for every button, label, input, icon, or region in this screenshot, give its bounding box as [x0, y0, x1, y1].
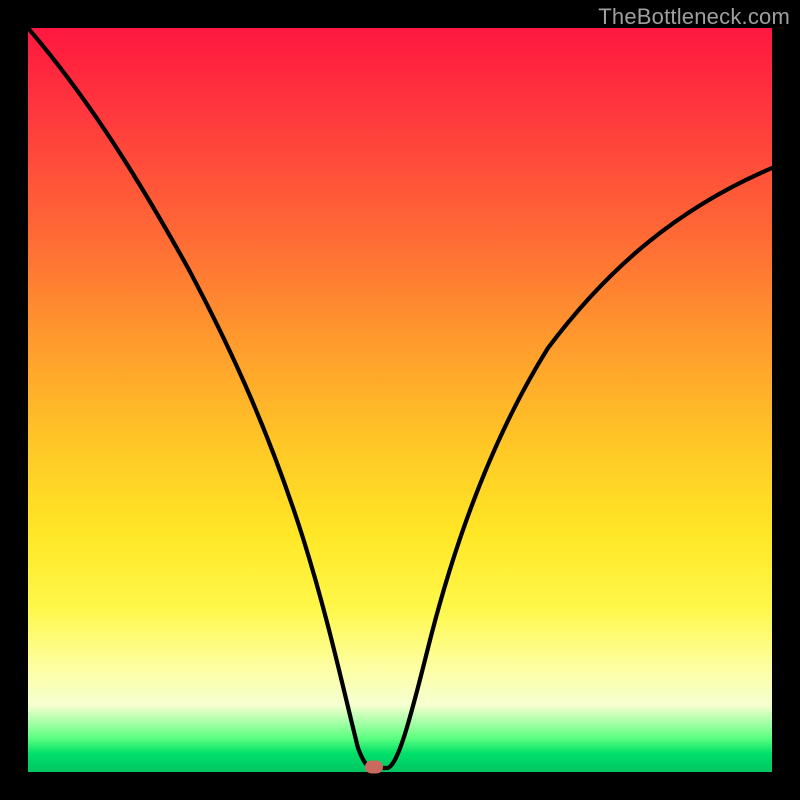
bottleneck-curve [28, 28, 772, 772]
chart-frame: TheBottleneck.com [0, 0, 800, 800]
watermark-text: TheBottleneck.com [598, 4, 790, 30]
optimal-point-marker [365, 760, 383, 773]
plot-area [28, 28, 772, 772]
